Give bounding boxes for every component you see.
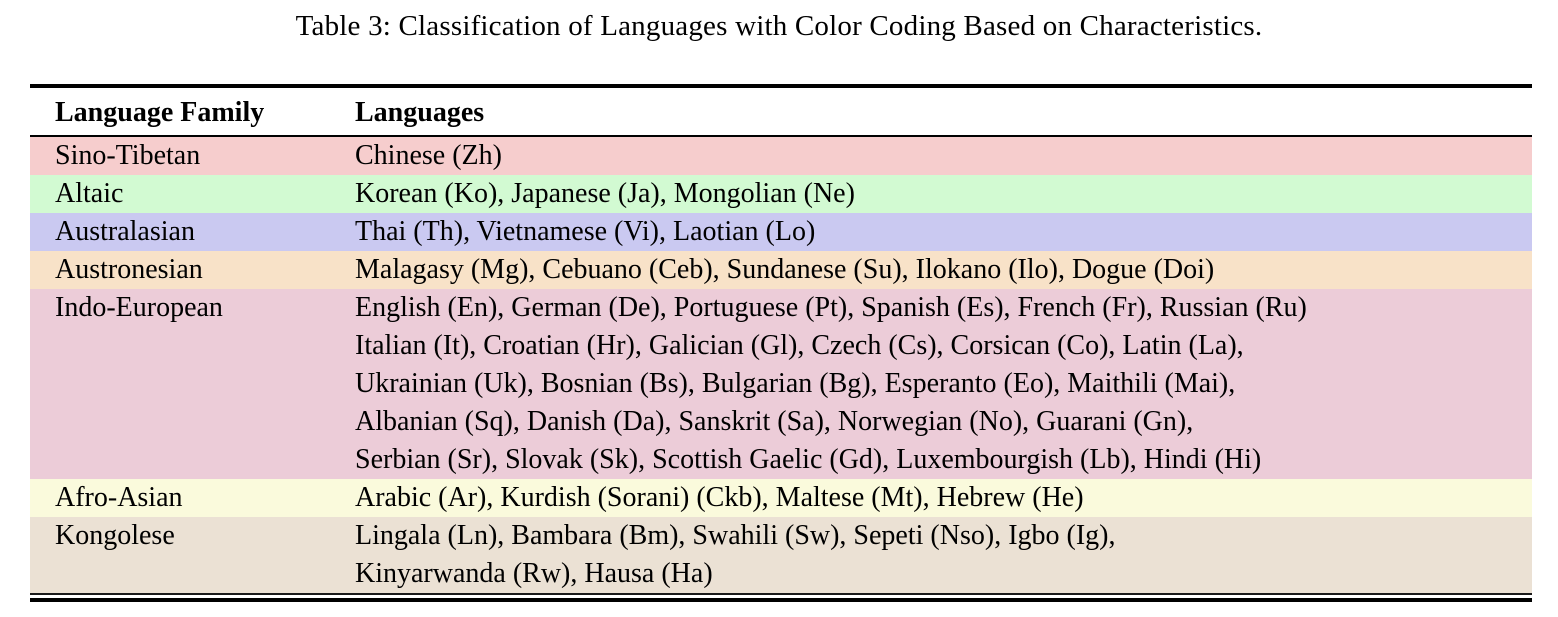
language-family-cell: Sino-Tibetan bbox=[30, 136, 355, 175]
languages-line: Chinese (Zh) bbox=[355, 137, 1532, 175]
languages-cell: Thai (Th), Vietnamese (Vi), Laotian (Lo) bbox=[355, 213, 1532, 251]
table-row: AltaicKorean (Ko), Japanese (Ja), Mongol… bbox=[30, 175, 1532, 213]
languages-line: Albanian (Sq), Danish (Da), Sanskrit (Sa… bbox=[355, 403, 1532, 441]
language-family-cell: Afro-Asian bbox=[30, 479, 355, 517]
table-row: Afro-AsianArabic (Ar), Kurdish (Sorani) … bbox=[30, 479, 1532, 517]
table-row: AustronesianMalagasy (Mg), Cebuano (Ceb)… bbox=[30, 251, 1532, 289]
languages-cell: English (En), German (De), Portuguese (P… bbox=[355, 289, 1532, 479]
language-classification-table: Language Family Languages Sino-TibetanCh… bbox=[30, 88, 1532, 593]
languages-line: Arabic (Ar), Kurdish (Sorani) (Ckb), Mal… bbox=[355, 479, 1532, 517]
languages-cell: Arabic (Ar), Kurdish (Sorani) (Ckb), Mal… bbox=[355, 479, 1532, 517]
languages-line: Serbian (Sr), Slovak (Sk), Scottish Gael… bbox=[355, 441, 1532, 479]
table-row: AustralasianThai (Th), Vietnamese (Vi), … bbox=[30, 213, 1532, 251]
languages-line: Thai (Th), Vietnamese (Vi), Laotian (Lo) bbox=[355, 213, 1532, 251]
table-row: Indo-EuropeanEnglish (En), German (De), … bbox=[30, 289, 1532, 479]
language-family-cell: Austronesian bbox=[30, 251, 355, 289]
languages-line: Korean (Ko), Japanese (Ja), Mongolian (N… bbox=[355, 175, 1532, 213]
language-family-cell: Altaic bbox=[30, 175, 355, 213]
header-languages: Languages bbox=[355, 88, 1532, 136]
table-header-row: Language Family Languages bbox=[30, 88, 1532, 136]
languages-line: Ukrainian (Uk), Bosnian (Bs), Bulgarian … bbox=[355, 365, 1532, 403]
language-table: Language Family Languages Sino-TibetanCh… bbox=[30, 84, 1532, 602]
languages-cell: Chinese (Zh) bbox=[355, 136, 1532, 175]
languages-cell: Malagasy (Mg), Cebuano (Ceb), Sundanese … bbox=[355, 251, 1532, 289]
languages-line: Italian (It), Croatian (Hr), Galician (G… bbox=[355, 327, 1532, 365]
table-bottom-rule bbox=[30, 593, 1532, 602]
languages-line: Lingala (Ln), Bambara (Bm), Swahili (Sw)… bbox=[355, 517, 1532, 555]
languages-cell: Korean (Ko), Japanese (Ja), Mongolian (N… bbox=[355, 175, 1532, 213]
languages-line: Kinyarwanda (Rw), Hausa (Ha) bbox=[355, 555, 1532, 593]
languages-line: English (En), German (De), Portuguese (P… bbox=[355, 289, 1532, 327]
languages-cell: Lingala (Ln), Bambara (Bm), Swahili (Sw)… bbox=[355, 517, 1532, 593]
header-language-family: Language Family bbox=[30, 88, 355, 136]
language-family-cell: Kongolese bbox=[30, 517, 355, 593]
language-family-cell: Australasian bbox=[30, 213, 355, 251]
table-row: Sino-TibetanChinese (Zh) bbox=[30, 136, 1532, 175]
table-row: KongoleseLingala (Ln), Bambara (Bm), Swa… bbox=[30, 517, 1532, 593]
table-caption: Table 3: Classification of Languages wit… bbox=[0, 10, 1558, 43]
language-family-cell: Indo-European bbox=[30, 289, 355, 479]
languages-line: Malagasy (Mg), Cebuano (Ceb), Sundanese … bbox=[355, 251, 1532, 289]
